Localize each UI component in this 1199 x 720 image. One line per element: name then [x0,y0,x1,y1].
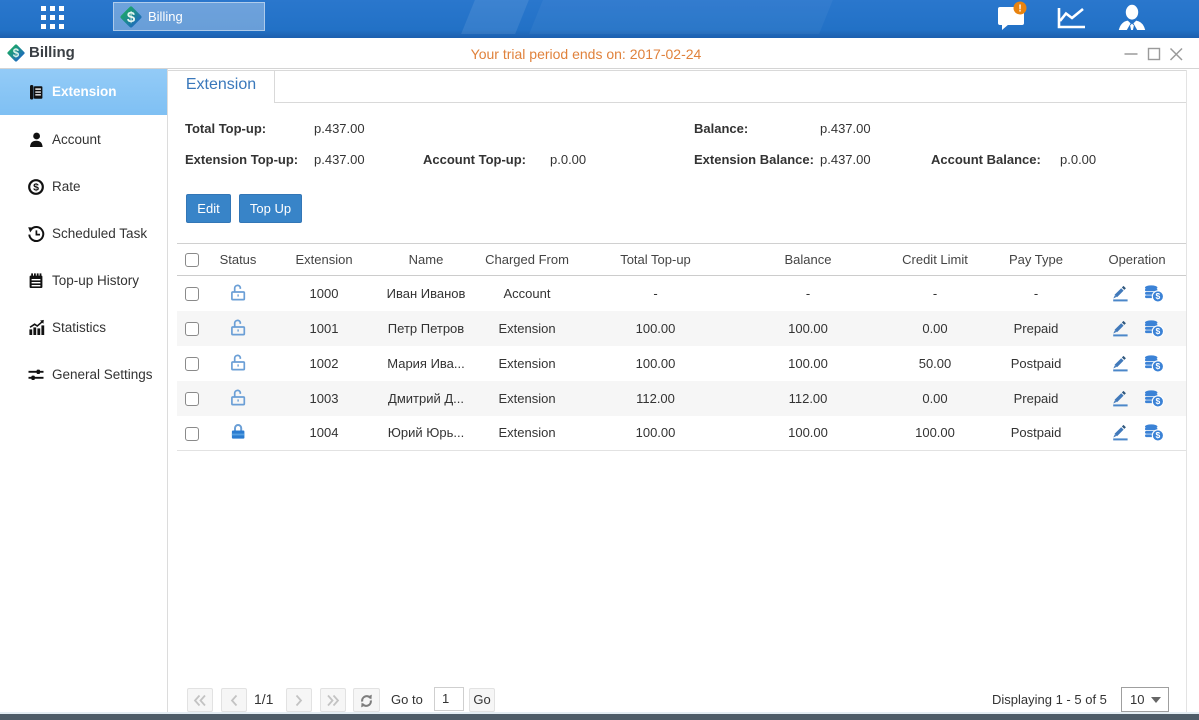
svg-text:$: $ [33,181,39,193]
svg-text:$: $ [127,9,136,26]
svg-text:!: ! [1018,4,1021,15]
